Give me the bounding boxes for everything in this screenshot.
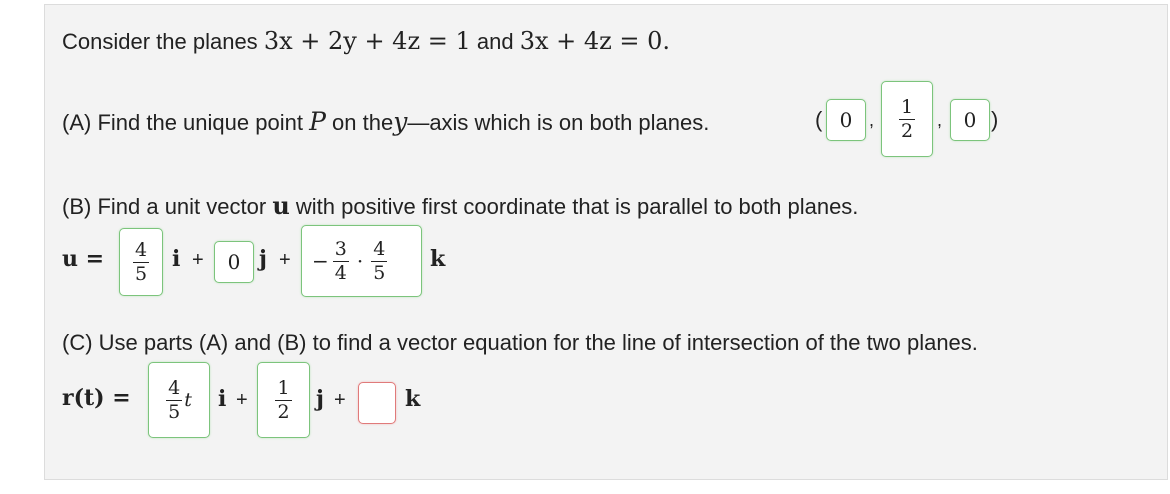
answer-c-j-fraction: 1 2 [275, 376, 292, 423]
answer-b-k-frac1: 3 4 [332, 237, 349, 284]
answer-a-x-value: 0 [839, 108, 853, 132]
answer-b-k-dot: · [356, 249, 364, 273]
part-b-text-1: (B) Find a unit vector [62, 194, 267, 219]
part-c-prompt: (C) Use parts (A) and (B) to find a vect… [62, 330, 978, 356]
answer-a-y-fraction: 1 2 [898, 95, 916, 142]
part-a-text-2: on the [332, 110, 394, 135]
and-text: and [476, 29, 514, 54]
answer-b-k-frac2-num: 4 [371, 237, 388, 262]
part-a-prompt: (A) Find the unique point P on they—axis… [62, 107, 709, 136]
answer-c-k-field[interactable] [358, 382, 396, 424]
answer-b-i-field[interactable]: 4 5 [119, 228, 163, 296]
answer-a-z-field[interactable]: 0 [950, 99, 990, 141]
answer-b-j-field[interactable]: 0 [214, 241, 254, 283]
answer-a-x-field[interactable]: 0 [826, 99, 866, 141]
vector-symbol: u [272, 191, 290, 220]
i-unit-label: i [172, 246, 181, 272]
answer-c-i-fraction: 4 5 [166, 376, 183, 423]
answer-b-k-frac1-den: 4 [334, 261, 347, 284]
answer-b-k-frac2: 4 5 [371, 237, 388, 284]
c-plus-2: + [334, 389, 346, 411]
answer-b-i-fraction: 4 5 [132, 238, 150, 285]
answer-c-j-field[interactable]: 1 2 [257, 362, 310, 438]
part-b-text-2: with positive first coordinate that is p… [295, 194, 859, 219]
axis-symbol: y [393, 107, 408, 136]
intro-text: Consider the planes [62, 29, 258, 54]
answer-a-z-value: 0 [963, 108, 977, 132]
problem-statement: Consider the planes 3x + 2y + 4z = 1 and… [62, 27, 670, 55]
answer-a-y-num: 1 [898, 95, 916, 120]
answer-b-i-num: 4 [132, 238, 150, 263]
answer-b-k-sign: − [312, 249, 329, 273]
answer-b-k-frac1-num: 3 [332, 237, 349, 262]
j-unit-label: j [259, 246, 267, 272]
c-k-unit-label: k [405, 386, 421, 412]
open-paren: ( [815, 107, 823, 132]
part-c-text: (C) Use parts (A) and (B) to find a vect… [62, 330, 978, 355]
comma-2: , [937, 110, 943, 130]
u-lhs: u = [62, 246, 105, 272]
question-panel [44, 4, 1168, 480]
answer-b-i-den: 5 [134, 262, 148, 285]
comma-1: , [869, 110, 875, 130]
c-plus-1: + [236, 389, 248, 411]
answer-c-i-var: t [184, 389, 192, 411]
point-symbol: P [309, 107, 326, 136]
plane1-equation: 3x + 2y + 4z = 1 [263, 27, 471, 55]
answer-c-j-den: 2 [277, 400, 290, 423]
answer-b-j-value: 0 [227, 250, 241, 274]
answer-a-y-field[interactable]: 1 2 [881, 81, 933, 157]
answer-c-i-field[interactable]: 4 5 t [148, 362, 210, 438]
plane2-equation: 3x + 4z = 0. [519, 27, 671, 55]
answer-c-i-den: 5 [168, 400, 181, 423]
close-paren: ) [991, 107, 999, 132]
plus-1: + [192, 249, 204, 271]
part-a-text-1: (A) Find the unique point [62, 110, 303, 135]
answer-b-k-field[interactable]: − 3 4 · 4 5 [301, 225, 422, 297]
answer-b-k-frac2-den: 5 [373, 261, 386, 284]
r-lhs: r(t) = [62, 385, 131, 411]
answer-c-i-num: 4 [166, 376, 183, 401]
answer-c-j-num: 1 [275, 376, 292, 401]
plus-2: + [279, 249, 291, 271]
part-a-text-3: —axis which is on both planes. [407, 110, 710, 135]
k-unit-label: k [430, 246, 446, 272]
part-b-prompt: (B) Find a unit vector u with positive f… [62, 191, 858, 220]
answer-a-y-den: 2 [900, 119, 914, 142]
c-i-unit-label: i [218, 386, 227, 412]
c-j-unit-label: j [316, 386, 324, 412]
